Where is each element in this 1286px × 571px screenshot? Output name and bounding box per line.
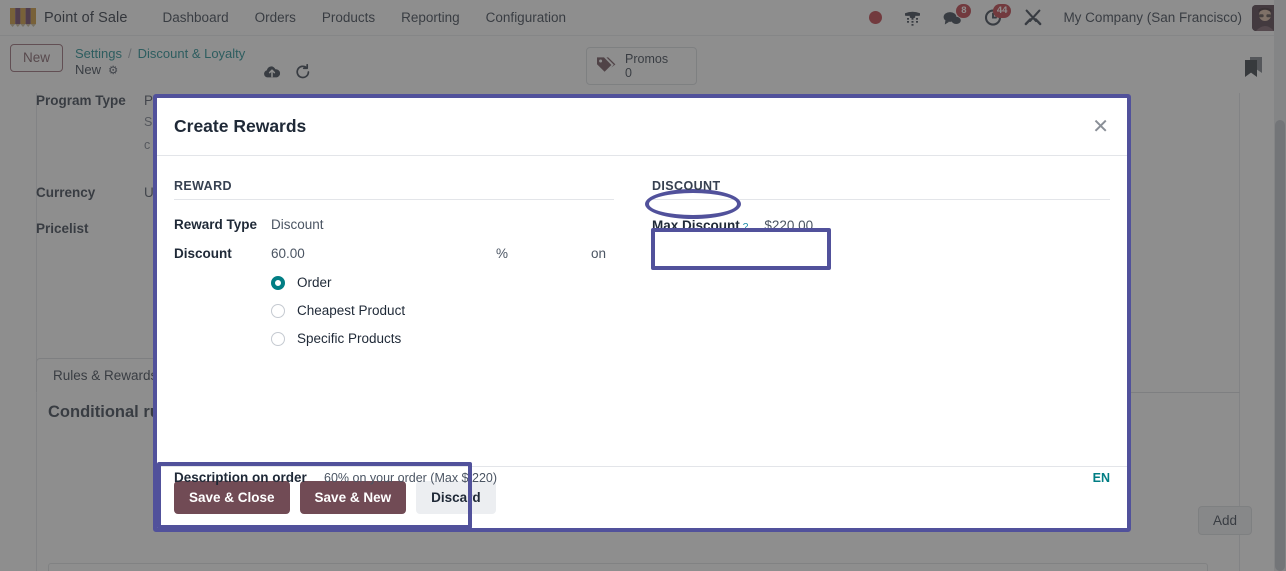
save-and-new-button[interactable]: Save & New: [299, 480, 407, 515]
field-reward-type[interactable]: Reward Type Discount: [174, 217, 614, 232]
radio-specific-products-icon[interactable]: [271, 331, 285, 346]
dialog-header: Create Rewards ✕: [157, 98, 1127, 156]
radio-order-icon[interactable]: [271, 275, 285, 290]
save-and-close-button[interactable]: Save & Close: [174, 480, 290, 515]
discount-applies-to-radiogroup: Order Cheapest Product Specific Products: [271, 275, 614, 346]
max-discount-label: Max Discount: [652, 218, 740, 233]
description-label: Description on order: [174, 470, 307, 485]
close-icon[interactable]: ✕: [1092, 117, 1109, 137]
reward-column: REWARD Reward Type Discount Discount 60.…: [174, 179, 642, 359]
radio-option-order[interactable]: Order: [271, 275, 614, 290]
discount-label: Discount: [174, 246, 232, 261]
radio-cheapest-product-label: Cheapest Product: [297, 303, 406, 318]
create-rewards-dialog: Create Rewards ✕ REWARD Reward Type Disc…: [153, 94, 1131, 532]
discount-input[interactable]: 60.00: [271, 246, 496, 261]
radio-order-label: Order: [297, 275, 332, 290]
radio-cheapest-product-icon[interactable]: [271, 303, 285, 318]
radio-specific-products-label: Specific Products: [297, 331, 402, 346]
discount-on-word: on: [591, 246, 607, 261]
reward-type-value[interactable]: Discount: [271, 217, 324, 232]
language-selector[interactable]: EN: [1093, 471, 1110, 485]
radio-option-cheapest-product[interactable]: Cheapest Product: [271, 303, 614, 318]
discard-button[interactable]: Discard: [416, 480, 496, 515]
field-discount[interactable]: Discount 60.00 % on: [174, 246, 614, 261]
discount-section-title: DISCOUNT: [652, 179, 1110, 200]
dialog-title: Create Rewards: [174, 116, 307, 136]
reward-type-label: Reward Type: [174, 217, 258, 232]
discount-column: DISCOUNT Max Discount ? $220.00: [642, 179, 1110, 359]
help-icon[interactable]: ?: [743, 222, 749, 233]
max-discount-input[interactable]: $220.00: [764, 218, 813, 233]
reward-section-title: REWARD: [174, 179, 614, 200]
field-description-on-order[interactable]: Description on order 60% on your order (…: [174, 470, 1110, 485]
dialog-body: REWARD Reward Type Discount Discount 60.…: [157, 156, 1127, 485]
screen: Point of Sale Dashboard Orders Products …: [0, 0, 1286, 571]
field-max-discount[interactable]: Max Discount ? $220.00: [652, 218, 1110, 233]
radio-option-specific-products[interactable]: Specific Products: [271, 331, 614, 346]
discount-unit: %: [496, 246, 509, 261]
description-input[interactable]: 60% on your order (Max $ 220): [324, 471, 497, 485]
